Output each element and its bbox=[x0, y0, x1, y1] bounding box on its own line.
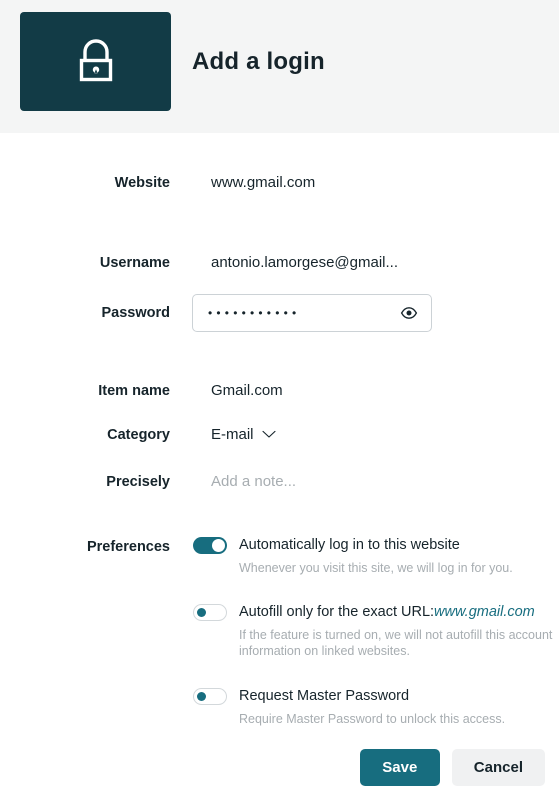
note-input[interactable]: Add a note... bbox=[211, 472, 296, 492]
note-label: Precisely bbox=[106, 474, 170, 490]
item-name-label: Item name bbox=[98, 383, 170, 399]
toggle-exact-url[interactable] bbox=[193, 604, 227, 621]
lock-icon-tile bbox=[20, 12, 171, 111]
field-row-note: Precisely Add a note... bbox=[0, 472, 559, 492]
preference-title: Request Master Password bbox=[239, 688, 410, 704]
website-label: Website bbox=[114, 175, 170, 191]
field-row-website: Website www.gmail.com bbox=[0, 173, 559, 193]
dialog-header: Add a login bbox=[0, 0, 559, 133]
field-row-password: Password ••••••••••• bbox=[0, 294, 559, 332]
preferences-label: Preferences bbox=[86, 539, 170, 555]
field-row-item-name: Item name Gmail.com bbox=[0, 381, 559, 401]
password-input[interactable]: ••••••••••• bbox=[192, 294, 432, 332]
toggle-master-password[interactable] bbox=[193, 688, 227, 705]
toggle-auto-login[interactable] bbox=[193, 537, 227, 554]
category-select[interactable]: E-mail bbox=[211, 425, 276, 445]
password-masked-value: ••••••••••• bbox=[208, 306, 301, 320]
username-value[interactable]: antonio.lamorgese@gmail... bbox=[211, 253, 398, 273]
eye-icon[interactable] bbox=[399, 303, 419, 323]
cancel-button[interactable]: Cancel bbox=[451, 749, 545, 786]
field-row-username: Username antonio.lamorgese@gmail... bbox=[0, 253, 559, 273]
field-row-category: Category E-mail bbox=[0, 425, 559, 445]
save-button[interactable]: Save bbox=[359, 749, 440, 786]
lock-icon bbox=[74, 38, 118, 85]
website-value[interactable]: www.gmail.com bbox=[211, 173, 315, 193]
preference-exact-url: Autofill only for the exact URL:www.gmai… bbox=[193, 604, 553, 659]
page-title: Add a login bbox=[192, 47, 325, 75]
preference-master-password: Request Master Password Require Master P… bbox=[193, 688, 543, 727]
password-label: Password bbox=[101, 305, 171, 321]
chevron-down-icon bbox=[261, 426, 276, 444]
preference-title: Autofill only for the exact URL:www.gmai… bbox=[239, 604, 535, 621]
preference-description: Require Master Password to unlock this a… bbox=[239, 712, 506, 726]
category-label: Category bbox=[107, 427, 170, 443]
username-label: Username bbox=[99, 255, 170, 271]
preference-title: Automatically log in to this website bbox=[239, 537, 460, 553]
item-name-value[interactable]: Gmail.com bbox=[211, 381, 283, 401]
preference-auto-login: Automatically log in to this website Whe… bbox=[193, 537, 543, 576]
dialog-actions: Save Cancel bbox=[0, 749, 559, 786]
preference-title-text: Autofill only for the exact URL: bbox=[239, 604, 435, 620]
preference-url: www.gmail.com bbox=[434, 604, 535, 620]
preference-description: If the feature is turned on, we will not… bbox=[239, 628, 553, 658]
preference-description: Whenever you visit this site, we will lo… bbox=[239, 561, 513, 575]
category-value: E-mail bbox=[211, 426, 254, 443]
